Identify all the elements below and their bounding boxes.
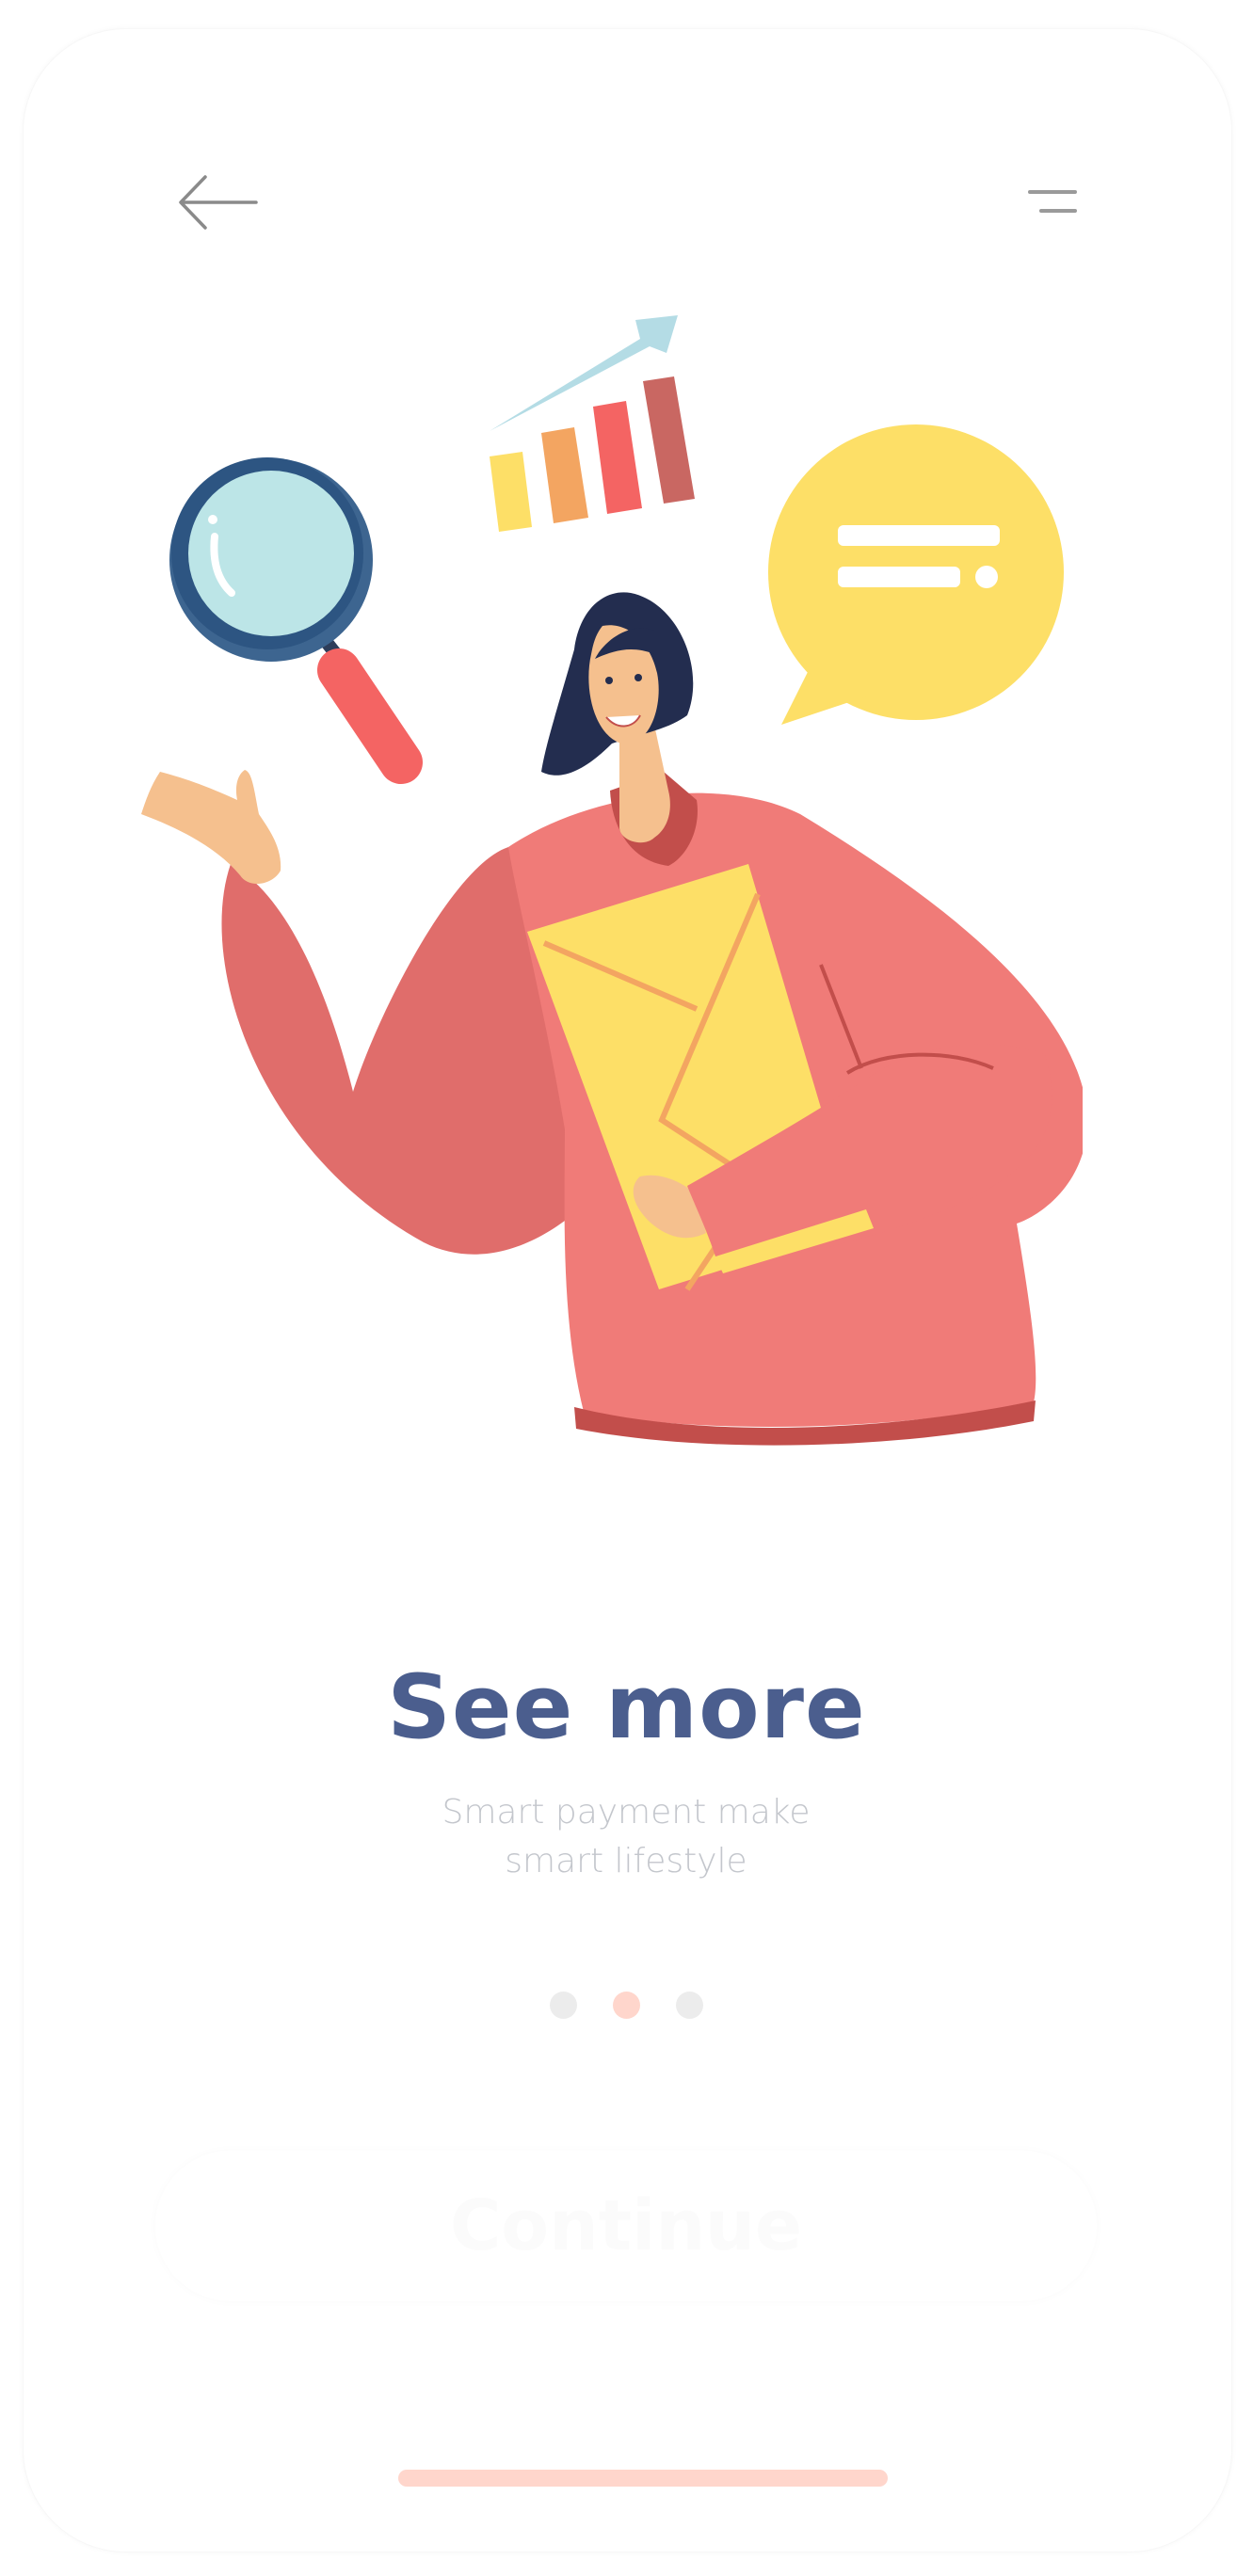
- page-title: See more: [387, 1656, 866, 1759]
- arrow-left-icon: [179, 175, 258, 230]
- onboarding-illustration: [141, 315, 1083, 1446]
- home-indicator[interactable]: [398, 2470, 888, 2487]
- continue-button-label: Continue: [449, 2185, 803, 2266]
- page-dot-3[interactable]: [676, 1992, 703, 2019]
- page-indicator: [0, 1992, 1253, 2020]
- subtitle-line-1: Smart payment make: [442, 1793, 811, 1832]
- page-subtitle: Smart payment make smart lifestyle: [344, 1788, 908, 1886]
- continue-button[interactable]: Continue: [155, 2151, 1097, 2301]
- chat-bubble-icon: [768, 424, 1064, 725]
- page-dot-2-active[interactable]: [613, 1992, 640, 2019]
- menu-button[interactable]: [1017, 179, 1083, 226]
- back-button[interactable]: [175, 169, 260, 235]
- page-dot-1[interactable]: [550, 1992, 577, 2019]
- menu-icon: [1028, 190, 1077, 213]
- bar-chart-icon: [490, 315, 695, 532]
- subtitle-line-2: smart lifestyle: [505, 1842, 747, 1880]
- magnifier-icon: [169, 457, 423, 784]
- woman-character: [141, 592, 1083, 1446]
